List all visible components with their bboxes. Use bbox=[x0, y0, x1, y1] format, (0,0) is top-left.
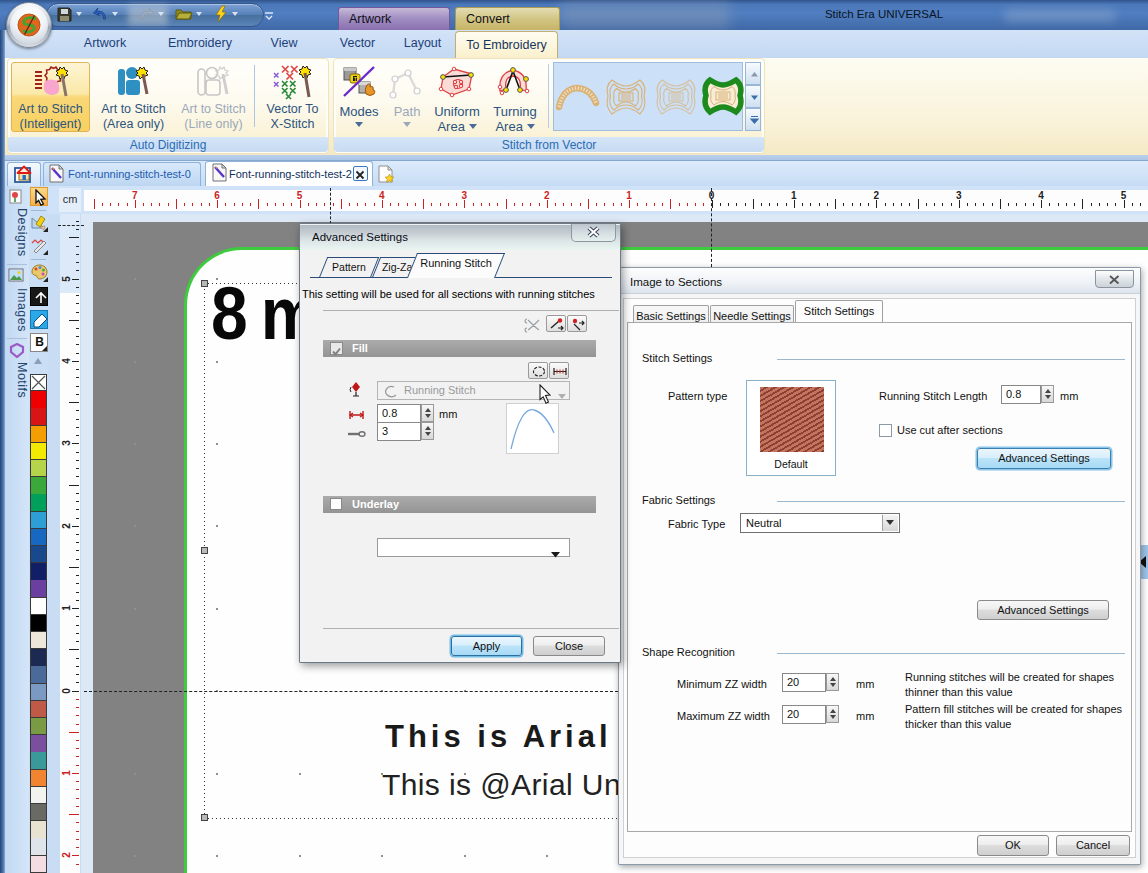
svg-text:T: T bbox=[354, 76, 358, 82]
